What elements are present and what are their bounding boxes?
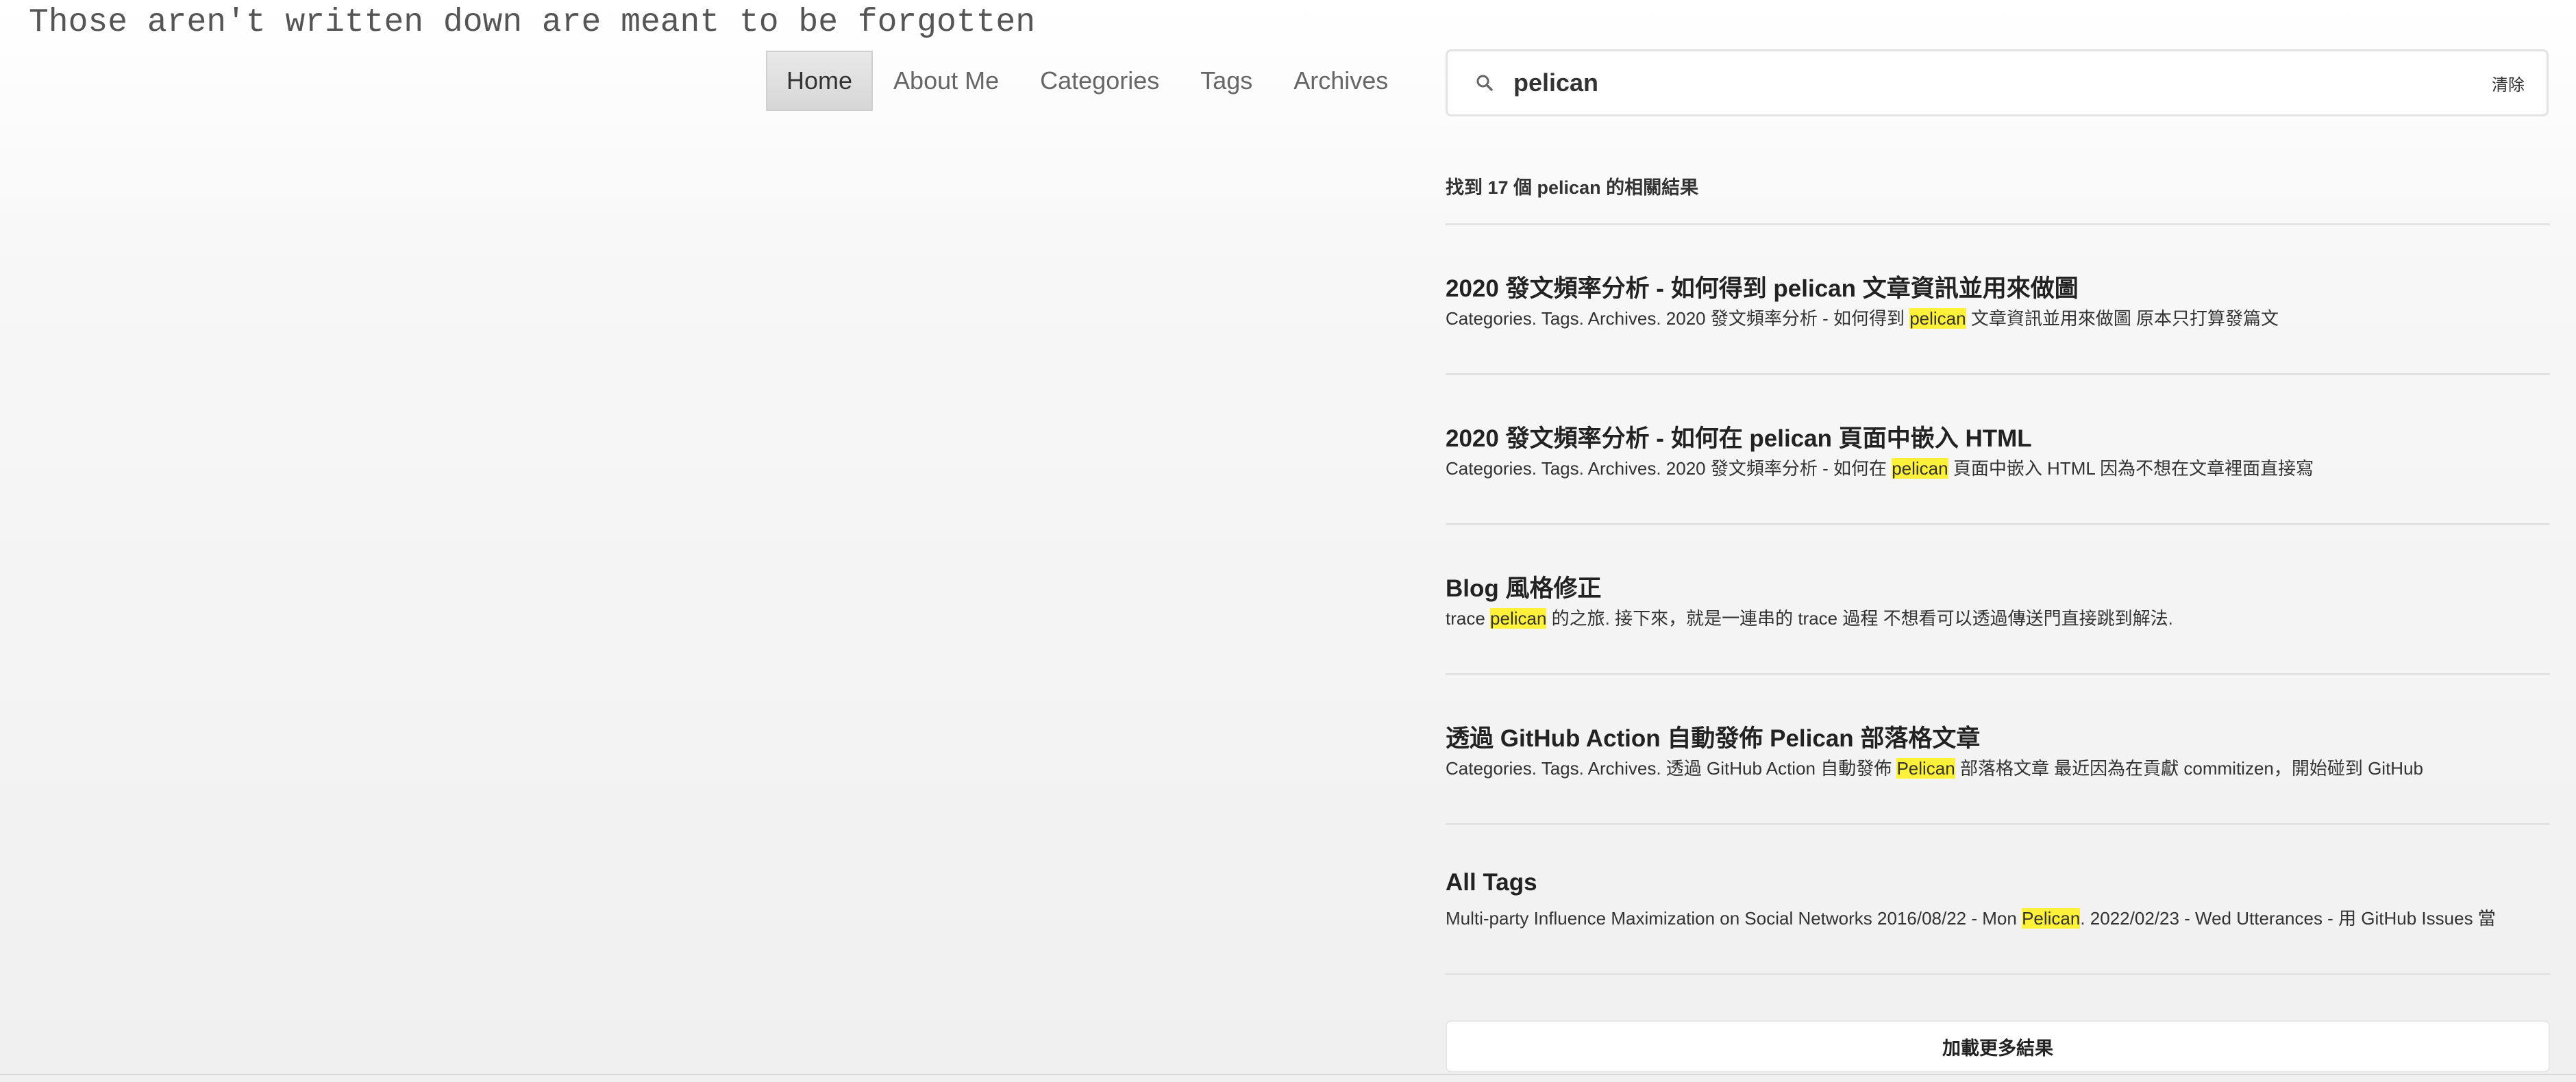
result-excerpt: Multi-party Influence Maximization on So… bbox=[1446, 905, 2550, 930]
search-input[interactable] bbox=[1505, 59, 2488, 107]
excerpt-text: Categories. Tags. Archives. 2020 發文頻率分析 … bbox=[1446, 458, 1892, 479]
excerpt-text: 頁面中嵌入 HTML 因為不想在文章裡面直接寫 bbox=[1948, 458, 2314, 479]
result-excerpt: Categories. Tags. Archives. 2020 發文頻率分析 … bbox=[1446, 305, 2550, 330]
results-summary: 找到 17 個 pelican 的相關結果 bbox=[1446, 178, 2550, 225]
nav-home[interactable]: Home bbox=[766, 51, 874, 111]
main-nav: Home About Me Categories Tags Archives bbox=[766, 51, 1409, 111]
load-more-button[interactable]: 加載更多結果 bbox=[1446, 1020, 2550, 1072]
search-icon bbox=[1464, 62, 1505, 103]
result-title-link[interactable]: 2020 發文頻率分析 - 如何在 pelican 頁面中嵌入 HTML bbox=[1446, 419, 2032, 454]
result-item: All Tags Multi-party Influence Maximizat… bbox=[1446, 825, 2550, 975]
excerpt-highlight: pelican bbox=[1909, 308, 1966, 329]
search-box: 清除 bbox=[1446, 49, 2549, 116]
excerpt-text: 部落格文章 最近因為在貢獻 commitizen，開始碰到 GitHub bbox=[1955, 758, 2424, 779]
result-excerpt: trace pelican 的之旅. 接下來，就是一連串的 trace 過程 不… bbox=[1446, 605, 2550, 630]
site-title: Those aren't written down are meant to b… bbox=[29, 4, 1036, 41]
result-title-link[interactable]: 2020 發文頻率分析 - 如何得到 pelican 文章資訊並用來做圖 bbox=[1446, 269, 2079, 304]
result-excerpt: Categories. Tags. Archives. 透過 GitHub Ac… bbox=[1446, 755, 2550, 780]
result-item: 2020 發文頻率分析 - 如何得到 pelican 文章資訊並用來做圖 Cat… bbox=[1446, 225, 2550, 375]
search-results: 找到 17 個 pelican 的相關結果 2020 發文頻率分析 - 如何得到… bbox=[1446, 158, 2550, 975]
excerpt-text: Categories. Tags. Archives. 透過 GitHub Ac… bbox=[1446, 758, 1897, 779]
excerpt-text: trace bbox=[1446, 608, 1491, 629]
nav-categories[interactable]: Categories bbox=[1019, 51, 1180, 111]
result-item: Blog 風格修正 trace pelican 的之旅. 接下來，就是一連串的 … bbox=[1446, 525, 2550, 675]
result-title-link[interactable]: 透過 GitHub Action 自動發佈 Pelican 部落格文章 bbox=[1446, 719, 1980, 754]
excerpt-highlight: pelican bbox=[1892, 458, 1948, 479]
clear-search-button[interactable]: 清除 bbox=[2488, 71, 2529, 96]
excerpt-text: Multi-party Influence Maximization on So… bbox=[1446, 908, 2022, 929]
excerpt-text: . 2022/02/23 - Wed Utterances - 用 GitHub… bbox=[2080, 908, 2496, 929]
excerpt-highlight: Pelican bbox=[2022, 908, 2081, 929]
result-title-link[interactable]: Blog 風格修正 bbox=[1446, 569, 1601, 604]
excerpt-highlight: pelican bbox=[1490, 608, 1547, 629]
result-excerpt: Categories. Tags. Archives. 2020 發文頻率分析 … bbox=[1446, 455, 2550, 480]
result-item: 透過 GitHub Action 自動發佈 Pelican 部落格文章 Cate… bbox=[1446, 675, 2550, 825]
bottom-divider bbox=[0, 1074, 2576, 1075]
nav-tags[interactable]: Tags bbox=[1180, 51, 1273, 111]
excerpt-text: 的之旅. 接下來，就是一連串的 trace 過程 不想看可以透過傳送門直接跳到解… bbox=[1546, 608, 2173, 629]
nav-archives[interactable]: Archives bbox=[1273, 51, 1409, 111]
excerpt-text: Categories. Tags. Archives. 2020 發文頻率分析 … bbox=[1446, 308, 1910, 329]
excerpt-text: 文章資訊並用來做圖 原本只打算發篇文 bbox=[1966, 308, 2279, 329]
result-title-link[interactable]: All Tags bbox=[1446, 869, 1537, 896]
result-item: 2020 發文頻率分析 - 如何在 pelican 頁面中嵌入 HTML Cat… bbox=[1446, 375, 2550, 525]
excerpt-highlight: Pelican bbox=[1896, 758, 1955, 779]
nav-about-me[interactable]: About Me bbox=[873, 51, 1019, 111]
